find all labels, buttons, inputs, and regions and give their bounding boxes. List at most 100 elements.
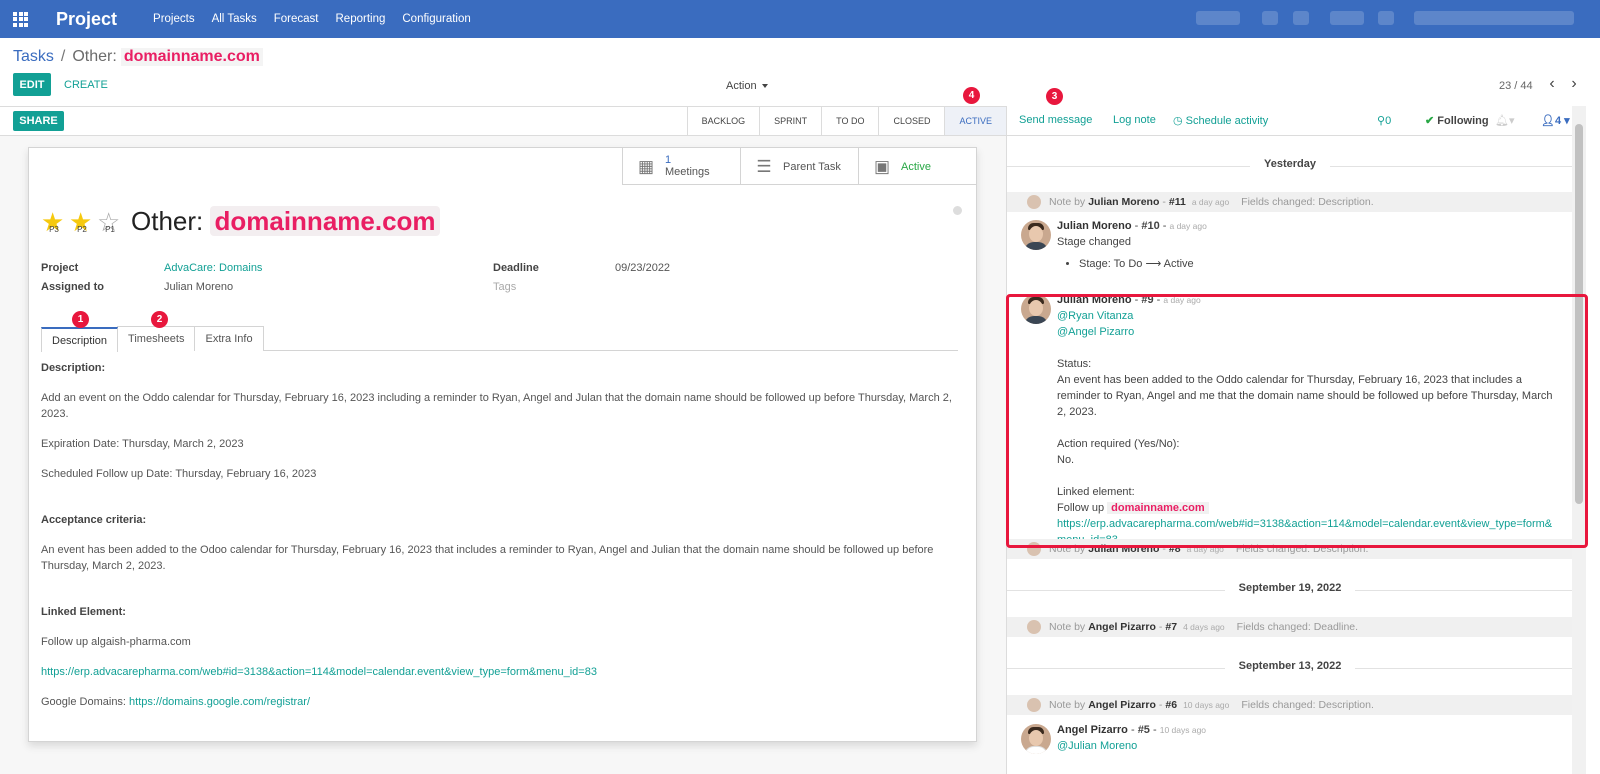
note-time: 10 days ago xyxy=(1183,700,1230,710)
avatar[interactable] xyxy=(1021,294,1051,324)
stage-sprint[interactable]: SPRINT xyxy=(759,107,821,135)
archive-icon: ▣ xyxy=(873,156,891,176)
action-dropdown-label: Action xyxy=(726,80,757,92)
mention-link[interactable]: @Julian Moreno xyxy=(1057,738,1573,754)
calendar-event-link[interactable]: https://erp.advacarepharma.com/web#id=31… xyxy=(41,666,597,678)
following-label: Following xyxy=(1437,115,1489,127)
systray-blurred-item[interactable] xyxy=(1196,11,1240,25)
tab-extra-info[interactable]: Extra Info xyxy=(194,326,264,351)
stage-backlog[interactable]: BACKLOG xyxy=(686,107,760,135)
note-row: Note by Julian Moreno - #8 a day ago Fiel… xyxy=(1007,539,1573,559)
priority-star-p1[interactable]: ☆ P1 xyxy=(97,209,123,235)
priority-star-p3[interactable]: ★ P3 xyxy=(41,209,67,235)
log-note-button[interactable]: Log note xyxy=(1113,114,1156,126)
apps-menu-icon[interactable] xyxy=(13,11,28,27)
avatar xyxy=(1027,195,1041,209)
systray-blurred-item[interactable] xyxy=(1330,11,1364,25)
notifications-bell-icon[interactable]: 🔔︎▾ xyxy=(1495,114,1515,127)
chatter-panel: Send message Log note ◷ Schedule activit… xyxy=(1006,106,1586,774)
tab-description[interactable]: Description xyxy=(41,327,119,352)
message-author[interactable]: Julian Moreno xyxy=(1057,220,1132,232)
stage-active[interactable]: ACTIVE xyxy=(944,107,1006,135)
paperclip-icon: ⚲ xyxy=(1377,115,1386,127)
followup-date-text: Scheduled Follow up Date: Thursday, Febr… xyxy=(41,468,317,480)
stage-todo[interactable]: TO DO xyxy=(821,107,878,135)
stage-pipeline: BACKLOG SPRINT TO DO CLOSED ACTIVE xyxy=(686,107,1006,135)
systray-blurred-icon[interactable] xyxy=(1262,11,1278,25)
share-button[interactable]: SHARE xyxy=(13,111,64,131)
assigned-to-value: Julian Moreno xyxy=(164,281,234,293)
status-text: An event has been added to the Oddo cale… xyxy=(1057,374,1553,418)
note-id: #8 xyxy=(1168,543,1181,555)
pager-previous-icon[interactable]: ‹ xyxy=(1545,76,1559,94)
message-author[interactable]: Julian Moreno xyxy=(1057,294,1132,306)
breadcrumb-current: Other: xyxy=(72,48,117,65)
note-row: Note by Angel Pizarro - #7 4 days ago Fie… xyxy=(1007,617,1573,637)
action-dropdown[interactable]: Action xyxy=(726,80,768,92)
avatar[interactable] xyxy=(1021,724,1051,754)
check-icon: ✔ xyxy=(1425,115,1438,127)
caret-down-icon: ▾ xyxy=(1561,115,1570,127)
note-by-label: Note by xyxy=(1049,543,1086,555)
linked-element-label: Linked element: xyxy=(1057,486,1135,498)
stage-closed[interactable]: CLOSED xyxy=(878,107,944,135)
systray-blurred-icon[interactable] xyxy=(1378,11,1394,25)
parent-task-smart-button[interactable]: ☰ Parent Task xyxy=(740,148,858,185)
task-title: Other: domainname.com xyxy=(131,206,440,237)
user-menu-blurred[interactable] xyxy=(1414,11,1574,25)
app-name[interactable]: Project xyxy=(56,9,117,30)
tab-timesheets[interactable]: Timesheets xyxy=(117,326,196,351)
google-domains-link[interactable]: https://domains.google.com/registrar/ xyxy=(129,696,310,708)
clock-icon: ◷ xyxy=(1173,115,1186,127)
pager-next-icon[interactable]: › xyxy=(1567,76,1581,94)
followers-button[interactable]: 👤︎4 ▾ xyxy=(1541,114,1570,127)
avatar[interactable] xyxy=(1021,220,1051,250)
active-label: Active xyxy=(901,160,931,173)
systray-blurred-icon[interactable] xyxy=(1293,11,1309,25)
task-title-domain: domainname.com xyxy=(210,206,440,236)
note-change: Fields changed: Deadline. xyxy=(1236,621,1359,633)
follow-up-text: Follow up algaish-pharma.com xyxy=(41,636,191,648)
message-author[interactable]: Angel Pizarro xyxy=(1057,724,1128,736)
message-time: a day ago xyxy=(1163,295,1201,305)
note-author: Angel Pizarro xyxy=(1088,699,1156,711)
create-button[interactable]: CREATE xyxy=(64,79,108,91)
project-label: Project xyxy=(41,262,79,274)
notebook-tabs: Description Timesheets Extra Info xyxy=(41,326,958,352)
note-change: Fields changed: Description. xyxy=(1235,543,1369,555)
tracking-value: Stage: To Do ⟶ Active xyxy=(1079,256,1573,272)
scrollbar-thumb[interactable] xyxy=(1575,124,1583,504)
follow-up-domain: domainname.com xyxy=(1107,502,1209,514)
nav-all-tasks[interactable]: All Tasks xyxy=(212,13,257,25)
breadcrumb-tasks-link[interactable]: Tasks xyxy=(13,48,54,66)
message-id: #5 xyxy=(1137,724,1150,736)
caret-down-icon xyxy=(761,84,768,89)
tasks-list-icon: ☰ xyxy=(756,156,772,176)
acceptance-criteria-text: An event has been added to the Odoo cale… xyxy=(41,544,934,572)
mention-link[interactable]: @Angel Pizarro xyxy=(1057,324,1573,340)
mention-link[interactable]: @Ryan Vitanza xyxy=(1057,308,1573,324)
annotation-badge-2: 2 xyxy=(151,311,168,328)
nav-projects[interactable]: Projects xyxy=(153,13,195,25)
meetings-smart-button[interactable]: ▦ 1 Meetings xyxy=(622,148,740,185)
edit-button[interactable]: EDIT xyxy=(13,73,51,96)
priority-star-p2[interactable]: ★ P2 xyxy=(69,209,95,235)
assigned-to-label: Assigned to xyxy=(41,281,104,293)
day-separator: September 19, 2022 xyxy=(1007,582,1573,598)
send-message-button[interactable]: Send message xyxy=(1019,114,1092,126)
action-required-label: Action required (Yes/No): xyxy=(1057,438,1180,450)
follow-up-label: Follow up xyxy=(1057,502,1105,514)
note-time: a day ago xyxy=(1186,544,1224,554)
chatter-scrollbar[interactable] xyxy=(1572,106,1586,774)
active-toggle-button[interactable]: ▣ Active xyxy=(858,148,976,185)
schedule-activity-button[interactable]: ◷ Schedule activity xyxy=(1173,114,1268,127)
following-button[interactable]: ✔ Following xyxy=(1425,114,1489,127)
nav-configuration[interactable]: Configuration xyxy=(402,13,470,25)
kanban-state-indicator[interactable] xyxy=(953,206,962,215)
priority-label: P2 xyxy=(77,224,87,234)
project-value-link[interactable]: AdvaCare: Domains xyxy=(164,262,262,274)
nav-forecast[interactable]: Forecast xyxy=(274,13,319,25)
note-row: Note by Angel Pizarro - #6 10 days ago Fi… xyxy=(1007,695,1573,715)
nav-reporting[interactable]: Reporting xyxy=(336,13,386,25)
attachments-button[interactable]: ⚲0 xyxy=(1377,114,1391,127)
